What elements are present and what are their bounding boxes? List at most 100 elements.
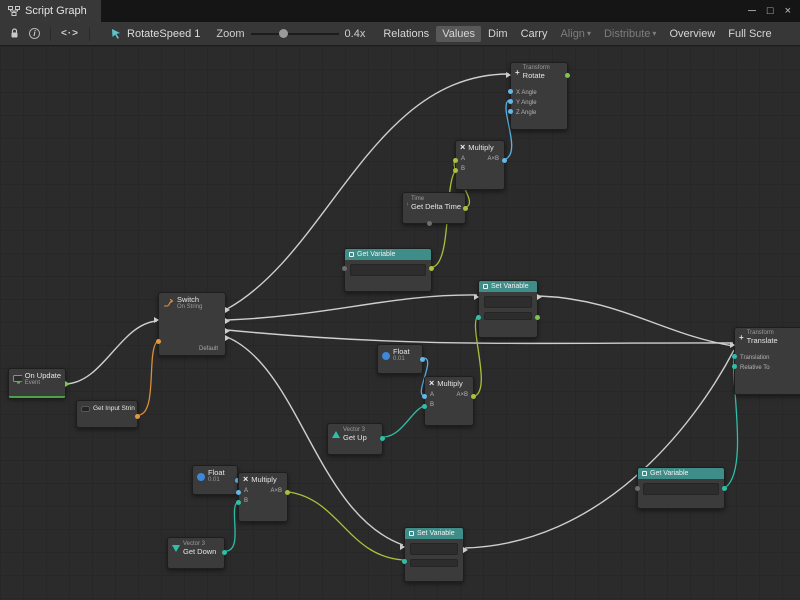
close-icon[interactable]: × — [785, 6, 791, 17]
node-title: Translate — [747, 337, 778, 345]
carry-button[interactable]: Carry — [515, 26, 554, 42]
node-get-delta-time[interactable]: TimeGet Delta Time — [402, 192, 466, 224]
node-vector3-get-down[interactable]: Vector 3Get Down — [167, 537, 225, 569]
flow-in-port[interactable] — [730, 342, 735, 348]
flow-out-port[interactable] — [225, 307, 230, 313]
variable-name-field[interactable] — [484, 296, 532, 308]
in-b-port[interactable] — [422, 404, 427, 409]
relative-to-port[interactable] — [732, 364, 737, 369]
variable-name-field[interactable] — [410, 543, 458, 555]
object-in-port[interactable] — [635, 486, 640, 491]
overview-button[interactable]: Overview — [663, 26, 721, 42]
x-angle-port[interactable] — [508, 89, 513, 94]
flow-out-port[interactable] — [565, 73, 570, 78]
vector-out-port[interactable] — [222, 550, 227, 555]
zoom-slider-thumb[interactable] — [279, 29, 288, 38]
unused-port[interactable] — [427, 221, 432, 226]
flow-in-port[interactable] — [154, 317, 159, 323]
node-set-variable-bottom[interactable]: Set Variable — [404, 527, 464, 582]
vector3-down-icon — [172, 545, 180, 552]
variable-value-field[interactable] — [484, 312, 532, 320]
align-button[interactable]: Align▾ — [554, 26, 596, 42]
variable-icon — [642, 471, 647, 476]
gamepad-icon — [81, 406, 90, 412]
info-button[interactable]: i — [24, 26, 45, 41]
monitor-icon — [13, 375, 22, 384]
relations-button[interactable]: Relations — [377, 26, 435, 42]
window-controls: ─ □ × — [739, 0, 800, 22]
minimize-icon[interactable]: ─ — [748, 6, 756, 17]
flow-in-port[interactable] — [474, 294, 479, 300]
port-label-out: A×B — [456, 392, 468, 398]
value-out-port[interactable] — [722, 486, 727, 491]
chevron-down-icon: ▾ — [652, 29, 656, 38]
lock-icon — [10, 28, 19, 39]
flow-out-port[interactable] — [225, 328, 230, 334]
out-port[interactable] — [502, 158, 507, 163]
node-on-update[interactable]: On UpdateEvent — [8, 368, 66, 398]
graph-breadcrumb[interactable]: RotateSpeed 1 — [111, 28, 200, 40]
node-set-variable-mid[interactable]: Set Variable — [478, 280, 538, 338]
node-multiply-mid[interactable]: ×Multiply AA×B B — [424, 376, 474, 426]
value-out-port[interactable] — [429, 266, 434, 271]
default-port-label: Default — [199, 346, 218, 352]
node-title: Rotate — [523, 72, 550, 80]
flow-out-port[interactable] — [65, 381, 70, 387]
node-title: Get Delta Time — [411, 203, 461, 211]
fullscreen-button[interactable]: Full Scre — [722, 26, 777, 42]
node-multiply-bottom[interactable]: ×Multiply AA×B B — [238, 472, 288, 522]
maximize-icon[interactable]: □ — [767, 6, 774, 17]
node-get-input[interactable]: Get Input Strin — [76, 400, 138, 428]
tab-title: Script Graph — [25, 5, 87, 17]
node-translate[interactable]: + TransformTranslate Translation Relativ… — [734, 327, 800, 395]
out-port[interactable] — [471, 394, 476, 399]
flow-in-port[interactable] — [506, 72, 511, 78]
in-a-port[interactable] — [236, 490, 241, 495]
out-port[interactable] — [285, 490, 290, 495]
in-b-port[interactable] — [453, 168, 458, 173]
variable-name-field[interactable] — [350, 264, 426, 276]
node-vector3-get-up[interactable]: Vector 3Get Up — [327, 423, 383, 455]
flow-out-port[interactable] — [463, 547, 468, 553]
object-in-port[interactable] — [342, 266, 347, 271]
vector-out-port[interactable] — [380, 436, 385, 441]
value-in-port[interactable] — [476, 315, 481, 320]
flow-in-port[interactable] — [400, 544, 405, 550]
variable-name-field[interactable] — [643, 483, 719, 495]
y-angle-port[interactable] — [508, 99, 513, 104]
lock-button[interactable] — [5, 26, 24, 41]
node-title: Get Up — [343, 434, 367, 442]
distribute-button[interactable]: Distribute▾ — [598, 26, 662, 42]
node-multiply-top[interactable]: ×Multiply AA×B B — [455, 140, 505, 190]
node-float-bottom[interactable]: Float0.01 — [192, 465, 238, 495]
flow-out-port[interactable] — [537, 294, 542, 300]
node-float-top[interactable]: Float0.01 — [377, 344, 423, 374]
string-in-port[interactable] — [156, 339, 161, 344]
node-switch[interactable]: SwitchOn String Default — [158, 292, 226, 356]
flow-out-port[interactable] — [225, 318, 230, 324]
code-view-button[interactable]: <·> — [56, 26, 84, 41]
in-a-port[interactable] — [422, 394, 427, 399]
value-out-port[interactable] — [535, 315, 540, 320]
node-get-variable-right[interactable]: Get Variable — [637, 467, 725, 509]
string-out-port[interactable] — [135, 414, 140, 419]
port-label-relative-to: Relative To — [740, 365, 770, 371]
variable-value-field[interactable] — [410, 559, 458, 567]
in-a-port[interactable] — [453, 158, 458, 163]
float-out-port[interactable] — [463, 206, 468, 211]
values-button[interactable]: Values — [436, 26, 481, 42]
translation-port[interactable] — [732, 354, 737, 359]
float-out-port[interactable] — [420, 357, 425, 362]
flow-out-default-port[interactable] — [225, 335, 230, 341]
dim-button[interactable]: Dim — [482, 26, 514, 42]
tab-script-graph[interactable]: Script Graph — [0, 0, 101, 22]
node-get-variable-top[interactable]: Get Variable — [344, 248, 432, 292]
in-b-port[interactable] — [236, 500, 241, 505]
node-rotate[interactable]: + TransformRotate X Angle Y Angle Z Angl… — [510, 62, 568, 130]
value-in-port[interactable] — [402, 559, 407, 564]
z-angle-port[interactable] — [508, 109, 513, 114]
zoom-slider[interactable] — [251, 27, 339, 41]
graph-canvas[interactable] — [0, 46, 800, 600]
graph-pointer-icon — [111, 28, 122, 39]
toolbar-buttons: Relations Values Dim Carry Align▾ Distri… — [377, 26, 777, 42]
